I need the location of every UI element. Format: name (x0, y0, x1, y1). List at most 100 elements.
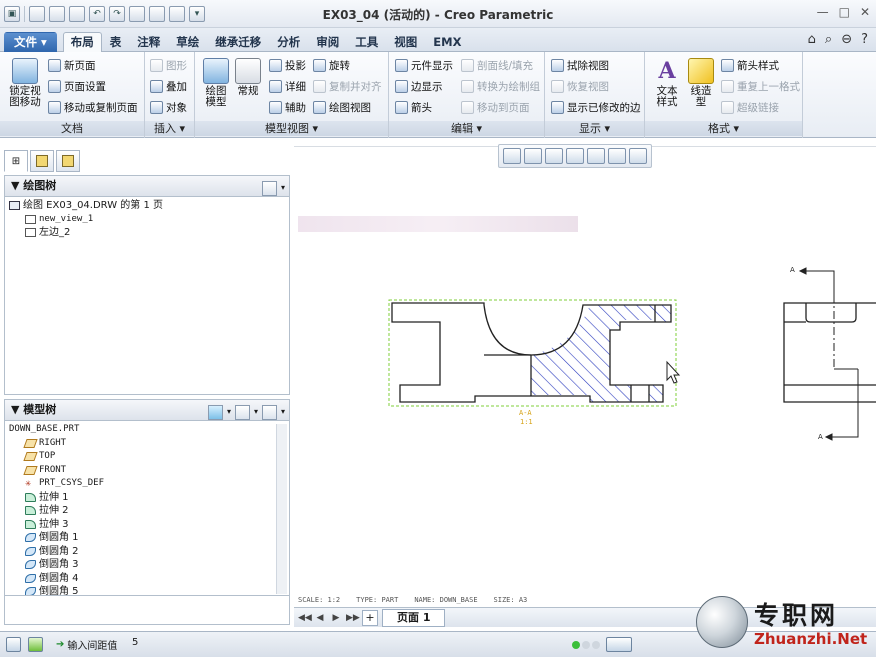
model-tree-item[interactable]: RIGHT (9, 437, 285, 451)
general-view-button[interactable]: 常规 (233, 58, 263, 97)
page-tab-1[interactable]: 页面 1 (382, 608, 446, 627)
show-icon[interactable] (207, 404, 223, 420)
section-fill-button[interactable]: 剖面线/填充 (461, 58, 533, 73)
model-tree-item[interactable]: 拉伸 2 (9, 504, 285, 518)
sb-navigator-toggle[interactable] (6, 637, 21, 652)
model-tree-tab[interactable]: ⊞ (4, 150, 28, 172)
cut-marker-bottom[interactable]: A (818, 433, 823, 441)
model-tree-scrollbar[interactable] (276, 424, 287, 594)
model-tree-item[interactable]: TOP (9, 450, 285, 464)
ribbon-tab-0[interactable]: 文件 ▾ (4, 32, 57, 52)
dropdown-icon[interactable]: ▾ (254, 402, 258, 422)
add-page-button[interactable]: + (362, 609, 378, 626)
ribbon-tab-7[interactable]: 审阅 (308, 32, 347, 52)
model-tree-item[interactable]: DOWN_BASE.PRT (9, 423, 285, 437)
projection-button[interactable]: 投影 (269, 58, 306, 73)
help-icon[interactable]: ? (861, 32, 868, 47)
arrow-style-button[interactable]: 箭头样式 (721, 58, 779, 73)
page-setup-button[interactable]: 页面设置 (48, 79, 106, 94)
new-page-button[interactable]: 新页面 (48, 58, 96, 73)
drawing-model-button[interactable]: 绘图 模型 (199, 58, 233, 108)
group-label-display[interactable]: 显示 ▾ (545, 121, 644, 136)
drawing-tree-header[interactable]: ▼ 绘图树 ▾ (4, 175, 290, 197)
group-label-edit[interactable]: 编辑 ▾ (389, 121, 544, 136)
model-tree-item[interactable]: 倒圆角 5 (9, 585, 285, 595)
lock-view-move-button[interactable]: 锁定视 图移动 (6, 58, 44, 108)
ribbon-tab-9[interactable]: 视图 (386, 32, 425, 52)
revolve-button[interactable]: 旋转 (313, 58, 350, 73)
community-icon[interactable]: ⊖ (841, 32, 852, 47)
ribbon-tab-10[interactable]: EMX (425, 32, 469, 52)
next-page-icon[interactable]: ▶ (330, 613, 342, 623)
detail-button[interactable]: 详细 (269, 79, 306, 94)
model-tree-item[interactable]: 拉伸 3 (9, 518, 285, 532)
ribbon-tab-6[interactable]: 分析 (269, 32, 308, 52)
ribbon-tab-8[interactable]: 工具 (347, 32, 386, 52)
ribbon-tab-5[interactable]: 继承迁移 (207, 32, 269, 52)
tree-filter-icon[interactable] (234, 404, 250, 420)
group-label-format[interactable]: 格式 ▾ (645, 121, 802, 136)
display-style-icon[interactable] (587, 148, 605, 164)
drawing-view-button[interactable]: 绘图视图 (313, 100, 371, 115)
group-label-model-view[interactable]: 模型视图 ▾ (195, 121, 388, 136)
prev-page-icon[interactable]: ◀ (314, 613, 326, 623)
help-topics-icon[interactable]: ⌂ (808, 32, 816, 47)
model-tree-item[interactable]: 拉伸 1 (9, 491, 285, 505)
model-tree-item[interactable]: ✳ PRT_CSYS_DEF (9, 477, 285, 491)
search-icon[interactable]: ⌕ (825, 32, 832, 47)
drawing-tree-item[interactable]: new_view_1 (9, 213, 285, 227)
repaint-icon[interactable] (566, 148, 584, 164)
maximize-button[interactable]: □ (839, 5, 850, 19)
refit-icon[interactable] (503, 148, 521, 164)
first-page-icon[interactable]: ◀◀ (298, 613, 312, 623)
ribbon-tab-2[interactable]: 表 (102, 32, 130, 52)
dropdown-icon[interactable]: ▾ (281, 178, 285, 198)
convert-draft-button[interactable]: 转换为绘制组 (461, 79, 540, 94)
model-tree-item[interactable]: 倒圆角 2 (9, 545, 285, 559)
object-button[interactable]: 对象 (150, 100, 187, 115)
scale-label[interactable]: 1:1 (520, 418, 533, 426)
model-tree-item[interactable]: 倒圆角 3 (9, 558, 285, 572)
tree-settings-icon[interactable] (261, 180, 277, 196)
minimize-button[interactable]: — (817, 5, 829, 19)
erase-view-button[interactable]: 拭除视图 (551, 58, 609, 73)
model-tree-item[interactable]: 倒圆角 4 (9, 572, 285, 586)
text-style-button[interactable]: A 文本 样式 (651, 58, 683, 108)
drawing-canvas[interactable] (294, 140, 876, 607)
graphic-button[interactable]: 图形 (150, 58, 187, 73)
datum-display-icon[interactable] (629, 148, 647, 164)
favorites-tab[interactable] (56, 150, 80, 172)
prompt-value[interactable]: 5 (132, 637, 138, 648)
line-style-button[interactable]: 线造 型 (685, 58, 717, 108)
group-label-insert[interactable]: 插入 ▾ (145, 121, 194, 136)
move-copy-page-button[interactable]: 移动或复制页面 (48, 100, 138, 115)
folder-browser-tab[interactable] (30, 150, 54, 172)
move-to-page-button[interactable]: 移动到页面 (461, 100, 530, 115)
cut-marker-top[interactable]: A (790, 266, 795, 274)
ribbon-tab-1[interactable]: 布局 (62, 32, 102, 52)
component-display-button[interactable]: 元件显示 (395, 58, 453, 73)
dropdown-icon[interactable]: ▾ (281, 402, 285, 422)
close-button[interactable]: ✕ (860, 5, 870, 19)
zoom-in-icon[interactable] (524, 148, 542, 164)
drawing-tree-item[interactable]: 左边_2 (9, 226, 285, 240)
dropdown-icon[interactable]: ▾ (227, 402, 231, 422)
tree-settings-icon[interactable] (261, 404, 277, 420)
model-tree-header[interactable]: ▼ 模型树 ▾ ▾ ▾ (4, 399, 290, 421)
hyperlink-button[interactable]: 超级链接 (721, 100, 779, 115)
repeat-format-button[interactable]: 重复上一格式 (721, 79, 800, 94)
selection-filter[interactable] (606, 637, 632, 652)
resume-view-button[interactable]: 恢复视图 (551, 79, 609, 94)
copy-align-button[interactable]: 复制并对齐 (313, 79, 382, 94)
overlay-button[interactable]: 叠加 (150, 79, 187, 94)
edge-display-button[interactable]: 边显示 (395, 79, 443, 94)
last-page-icon[interactable]: ▶▶ (346, 613, 360, 623)
show-modified-edges-button[interactable]: 显示已修改的边 (551, 100, 641, 115)
model-tree-item[interactable]: 倒圆角 1 (9, 531, 285, 545)
auxiliary-button[interactable]: 辅助 (269, 100, 306, 115)
arrow-button[interactable]: 箭头 (395, 100, 432, 115)
section-label[interactable]: A-A (519, 409, 532, 417)
ribbon-tab-4[interactable]: 草绘 (168, 32, 207, 52)
zoom-out-icon[interactable] (545, 148, 563, 164)
model-tree-item[interactable]: FRONT (9, 464, 285, 478)
